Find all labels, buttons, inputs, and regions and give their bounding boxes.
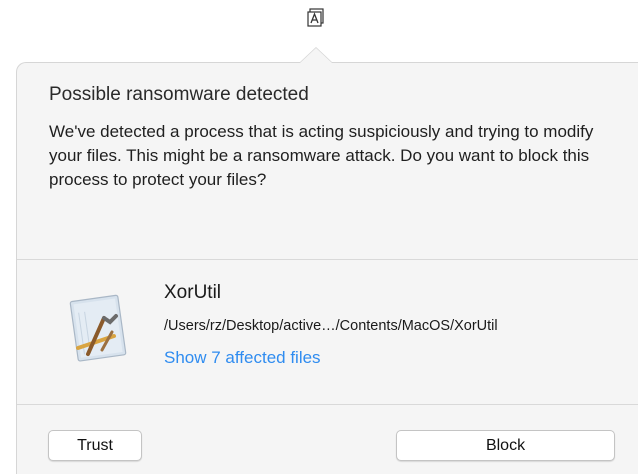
alert-message: We've detected a process that is acting … bbox=[49, 122, 594, 189]
xcode-app-icon bbox=[69, 294, 127, 362]
ransomwhere-menubar-icon[interactable] bbox=[307, 8, 325, 28]
show-affected-files-link[interactable]: Show 7 affected files bbox=[164, 348, 321, 368]
trust-button[interactable]: Trust bbox=[48, 430, 142, 461]
alert-title: Possible ransomware detected bbox=[49, 84, 309, 105]
divider-bottom bbox=[17, 404, 638, 405]
divider-top bbox=[17, 259, 638, 260]
block-button[interactable]: Block bbox=[396, 430, 615, 461]
popover-arrow-fill bbox=[300, 48, 332, 63]
process-name: XorUtil bbox=[164, 282, 222, 303]
screen: Possible ransomware detected We've detec… bbox=[0, 0, 638, 474]
process-path: /Users/rz/Desktop/active…/Contents/MacOS… bbox=[164, 318, 498, 334]
